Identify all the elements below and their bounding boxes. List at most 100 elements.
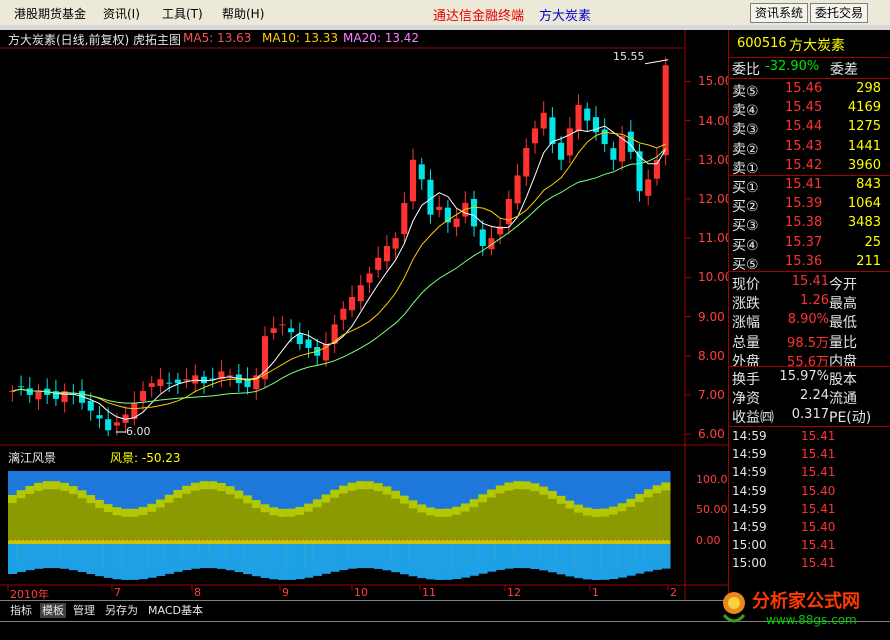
trade-time: 14:59	[732, 465, 767, 480]
menu-item-hk-futures[interactable]: 港股期货基金	[14, 5, 86, 22]
candle	[566, 117, 573, 164]
candle	[18, 375, 25, 396]
trade-row: 14:59 15.41	[729, 446, 890, 465]
trade-time: 15:00	[732, 538, 767, 553]
x-tick-label: 7	[114, 586, 121, 599]
candle	[96, 406, 103, 429]
trade-price: 15.40	[801, 520, 836, 534]
trade-time: 14:59	[732, 520, 767, 534]
menu-item-tools[interactable]: 工具(T)	[162, 5, 203, 22]
stat-value: 98.5万	[787, 335, 829, 351]
watermark-text: 分析家公式网	[752, 591, 860, 612]
stat-value: 0.317	[791, 407, 829, 423]
sell-level-row[interactable]: 卖⑤ 15.46 298	[729, 80, 890, 100]
trade-button[interactable]: 委托交易	[810, 3, 869, 23]
candle	[35, 384, 42, 410]
candle	[619, 125, 626, 171]
sell-level-label: 卖④	[732, 103, 759, 120]
indicator-value: 风景: -50.23	[110, 451, 181, 465]
chart-header-title: 方大炭素(日线,前复权) 虎拓主图	[8, 33, 181, 47]
sell-level-volume: 1441	[847, 138, 881, 154]
candle	[331, 314, 338, 354]
stock-name: 方大炭素	[789, 38, 845, 54]
candle	[653, 148, 660, 186]
tab-indicator[interactable]: 指标	[8, 603, 34, 618]
sell-level-price: 15.46	[785, 81, 823, 96]
candle	[662, 57, 669, 166]
candle	[200, 370, 208, 394]
indicator-tick-0: 0.00	[696, 534, 721, 547]
sell-level-label: 卖③	[732, 122, 759, 139]
candle	[279, 316, 286, 336]
sell-level-volume: 1275	[847, 119, 881, 135]
y-tick-label: 9.00	[698, 309, 725, 324]
candle	[645, 169, 652, 206]
tab-macd[interactable]: MACD基本	[146, 603, 205, 618]
y-tick-label: 6.00	[698, 427, 725, 442]
ma20-label: MA20: 13.42	[343, 31, 420, 45]
high-price-label: 15.55	[613, 50, 645, 63]
stat-label: 现价	[732, 277, 760, 293]
x-tick-label: 10	[354, 586, 368, 599]
news-system-button[interactable]: 资讯系统	[750, 3, 809, 23]
sell-level-volume: 3960	[847, 157, 881, 173]
trade-row: 14:59 15.41	[729, 501, 890, 520]
candle	[636, 143, 643, 202]
ma10-line	[12, 131, 666, 410]
buy-level-row[interactable]: 买② 15.39 1064	[729, 195, 890, 216]
sell-level-price: 15.45	[785, 100, 823, 116]
tab-template[interactable]: 模板	[40, 603, 66, 618]
menu-item-help[interactable]: 帮助(H)	[222, 5, 264, 22]
buy-level-row[interactable]: 买⑤ 15.36 211	[729, 253, 890, 273]
trade-time: 14:59	[732, 447, 767, 462]
sell-level-row[interactable]: 卖③ 15.44 1275	[729, 118, 890, 139]
candle	[549, 107, 556, 154]
stat-label-right: 最高	[829, 296, 857, 313]
stat-label: 涨跌	[732, 296, 760, 313]
buy-level-label: 买①	[732, 180, 759, 196]
ma20-line	[12, 148, 666, 404]
tab-save-as[interactable]: 另存为	[103, 603, 140, 618]
trade-price: 15.41	[801, 556, 836, 571]
buy-level-volume: 3483	[847, 215, 881, 231]
buy-level-row[interactable]: 买④ 15.37 25	[729, 234, 890, 254]
stat-label-right: 股本	[829, 372, 857, 388]
stat-row: 净资 2.24 流通	[729, 387, 890, 408]
candle	[401, 191, 408, 243]
menu-item-news[interactable]: 资讯(I)	[103, 5, 140, 22]
candle	[253, 367, 260, 400]
candle	[61, 383, 68, 413]
menu-bar: 港股期货基金 资讯(I) 工具(T) 帮助(H) 通达信金融终端 方大炭素 资讯…	[0, 0, 890, 26]
tab-manage[interactable]: 管理	[71, 603, 97, 618]
watermark-url: www.88gs.com	[766, 613, 857, 627]
stat-row: 涨跌 1.26 最高	[729, 292, 890, 313]
candle	[462, 191, 469, 224]
trade-row: 14:59 15.40	[729, 519, 890, 538]
stat-label: 净资	[732, 391, 760, 408]
candle	[183, 368, 190, 389]
candle	[601, 118, 608, 153]
candle	[531, 120, 539, 154]
sell-level-row[interactable]: 卖④ 15.45 4169	[729, 99, 890, 120]
buy-level-volume: 1064	[847, 196, 881, 212]
indicator-name: 漓江风景	[8, 451, 57, 465]
candle	[575, 94, 582, 140]
buy-level-row[interactable]: 买③ 15.38 3483	[729, 214, 890, 234]
window-stock-title: 方大炭素	[539, 9, 592, 24]
candle	[540, 101, 547, 136]
stat-label: 总量	[732, 334, 760, 351]
candle	[366, 266, 373, 294]
trade-price: 15.40	[801, 483, 836, 498]
sell-level-price: 15.43	[785, 138, 823, 154]
candle	[218, 360, 225, 387]
buy-level-label: 买②	[732, 199, 759, 216]
stat-label: 换手	[732, 372, 760, 388]
sell-level-row[interactable]: 卖② 15.43 1441	[729, 138, 890, 158]
trade-price: 15.41	[801, 501, 836, 516]
buy-level-row[interactable]: 买① 15.41 843	[729, 176, 890, 196]
sell-level-row[interactable]: 卖① 15.42 3960	[729, 157, 890, 177]
kline-chart-panel[interactable]: 方大炭素(日线,前复权) 虎拓主图 MA5: 13.63 MA10: 13.33…	[0, 30, 732, 601]
y-tick-label: 7.00	[698, 387, 725, 402]
buy-level-price: 15.37	[785, 234, 823, 250]
stat-value: 2.24	[800, 388, 829, 404]
